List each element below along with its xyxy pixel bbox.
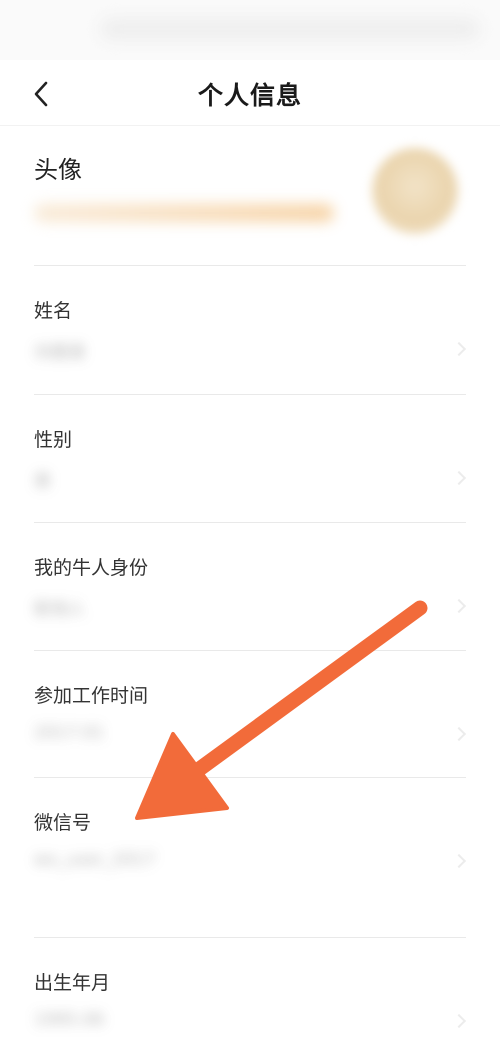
field-value-wechat: wx_user_2017 xyxy=(34,850,156,870)
field-label-birth: 出生年月 xyxy=(34,972,111,994)
field-label-wechat: 微信号 xyxy=(34,812,92,834)
avatar[interactable] xyxy=(372,148,458,234)
chevron-right-icon xyxy=(451,1013,467,1029)
status-bar-blurred-content xyxy=(100,18,480,40)
field-row-birth[interactable]: 出生年月 1995.06 xyxy=(34,938,467,1048)
field-label-work-start: 参加工作时间 xyxy=(34,685,149,707)
field-row-gender[interactable]: 性别 男 xyxy=(34,395,467,523)
chevron-right-icon xyxy=(451,853,467,869)
status-bar xyxy=(0,0,500,60)
field-value-gender: 男 xyxy=(34,472,51,492)
page-title: 个人信息 xyxy=(197,81,302,110)
field-value-work-start: 2017.01 xyxy=(34,723,105,743)
chevron-right-icon xyxy=(451,726,467,742)
field-label-gender: 性别 xyxy=(34,429,73,451)
field-row-work-start[interactable]: 参加工作时间 2017.01 xyxy=(34,651,467,778)
field-value-identity: 职场人 xyxy=(34,600,85,620)
chevron-right-icon xyxy=(451,470,467,486)
field-row-wechat[interactable]: 微信号 wx_user_2017 xyxy=(34,778,467,938)
avatar-hint-blurred xyxy=(34,204,334,222)
field-value-name: 刘德清 xyxy=(34,343,85,363)
field-label-name: 姓名 xyxy=(34,300,73,322)
navigation-bar: 个人信息 xyxy=(0,60,500,126)
avatar-label: 头像 xyxy=(34,156,82,184)
chevron-right-icon xyxy=(451,341,467,357)
field-row-identity[interactable]: 我的牛人身份 职场人 xyxy=(34,523,467,651)
field-row-name[interactable]: 姓名 刘德清 xyxy=(34,266,467,395)
field-value-birth: 1995.06 xyxy=(34,1010,105,1030)
chevron-right-icon xyxy=(451,598,467,614)
field-label-identity: 我的牛人身份 xyxy=(34,557,149,579)
avatar-row[interactable]: 头像 xyxy=(34,126,466,266)
